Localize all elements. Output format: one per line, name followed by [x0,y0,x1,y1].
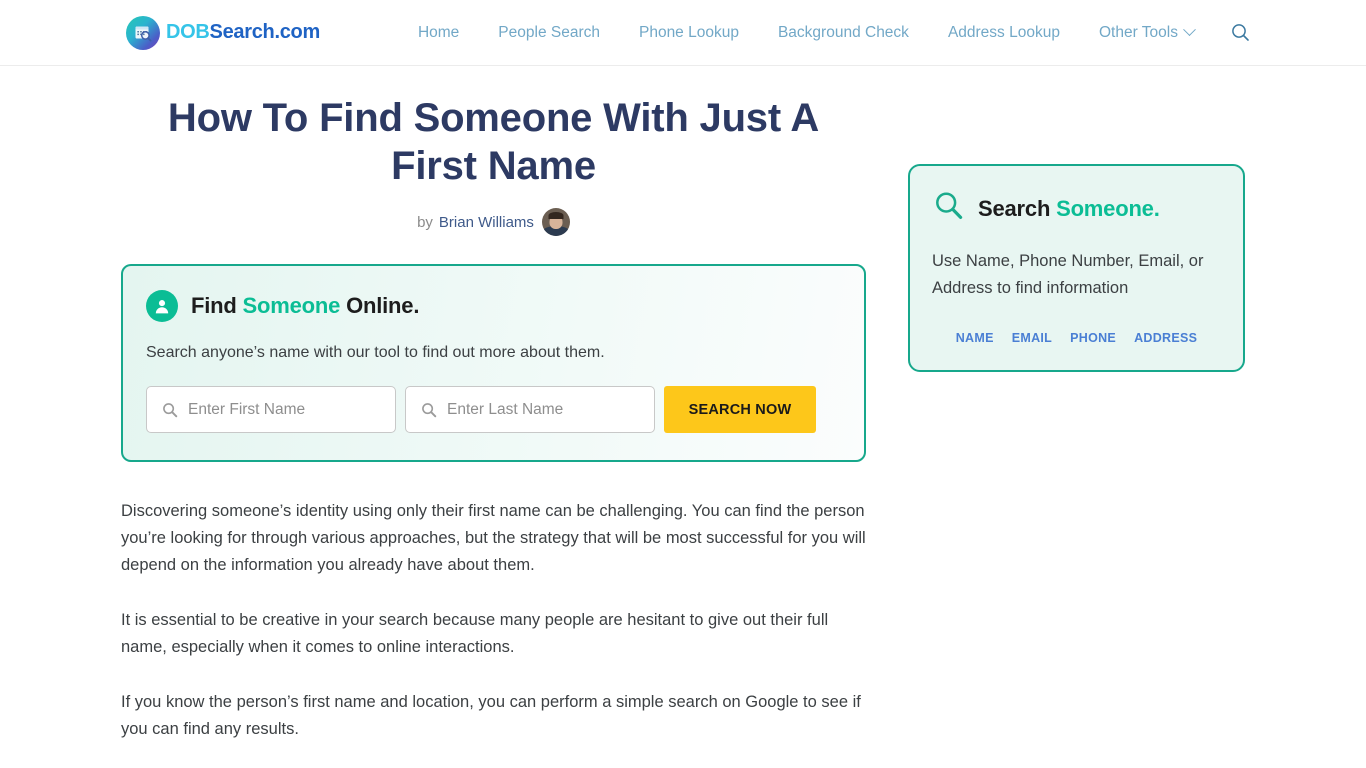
search-form: SEARCH NOW [146,386,841,433]
nav-label: Phone Lookup [638,23,739,41]
main-content: How To Find Someone With Just A First Na… [121,94,866,768]
widget-header: Search Someone. [932,189,1221,228]
first-name-field[interactable] [146,386,396,433]
avatar-hair [548,212,564,220]
panel-subtitle: Search anyone’s name with our tool to fi… [146,344,605,361]
panel-title: Find Someone Online. [191,293,419,319]
panel-title-part1: Find [191,293,243,318]
article-body: Discovering someone’s identity using onl… [121,498,866,743]
header-search-button[interactable] [1231,23,1250,42]
find-someone-panel: Find Someone Online. Search anyone’s nam… [121,264,866,462]
widget-tab-name[interactable]: NAME [956,331,994,345]
search-icon [422,402,437,417]
nav-item-other-tools[interactable]: Other Tools [1098,23,1196,42]
byline: by Brian Williams [121,208,866,236]
last-name-input[interactable] [447,387,632,432]
article-paragraph: It is essential to be creative in your s… [121,611,829,656]
byline-author[interactable]: Brian Williams [439,214,534,231]
panel-title-part3: Online. [340,293,420,318]
widget-tab-phone[interactable]: PHONE [1070,331,1116,345]
widget-title-accent: Someone. [1056,195,1160,221]
person-circle-icon [146,290,178,322]
nav-label: Address Lookup [947,23,1060,41]
avatar [541,208,570,236]
logo-text: DOBSearch.com [166,21,320,44]
last-name-field[interactable] [405,386,655,433]
nav-item-background-check[interactable]: Background Check [778,24,909,42]
nav-item-people-search[interactable]: People Search [498,24,600,42]
nav-label: Home [417,23,460,41]
byline-prefix: by [417,213,433,231]
main-navigation: Home People Search Phone Lookup Backgrou… [418,23,1196,42]
site-header: DOBSearch.com Home People Search Phone L… [0,0,1366,66]
nav-item-address-lookup[interactable]: Address Lookup [948,24,1060,42]
search-icon [163,402,178,417]
widget-description: Use Name, Phone Number, Email, or Addres… [932,252,1204,297]
widget-tab-address[interactable]: ADDRESS [1134,331,1197,345]
widget-tab-list: NAME EMAIL PHONE ADDRESS [932,331,1221,345]
logo-text-search: Search.com [209,21,321,43]
panel-header: Find Someone Online. [146,290,841,322]
article-paragraph: Discovering someone’s identity using onl… [121,502,866,574]
logo-text-dob: DOB [166,21,210,43]
nav-label: Background Check [777,23,909,41]
search-someone-widget: Search Someone. Use Name, Phone Number, … [908,164,1245,372]
magnifier-outline-icon [932,189,966,228]
search-icon [1232,24,1249,41]
panel-title-accent: Someone [242,293,341,318]
page-layout: How To Find Someone With Just A First Na… [0,66,1366,768]
page-title: How To Find Someone With Just A First Na… [167,96,820,188]
widget-tab-email[interactable]: EMAIL [1012,331,1052,345]
first-name-input[interactable] [188,387,373,432]
calendar-magnifier-icon [126,15,160,50]
widget-title: Search Someone. [978,196,1160,222]
search-now-button[interactable]: SEARCH NOW [664,386,816,433]
nav-item-phone-lookup[interactable]: Phone Lookup [639,24,739,42]
site-logo[interactable]: DOBSearch.com [126,15,320,50]
nav-item-home[interactable]: Home [418,24,459,42]
article-paragraph: If you know the person’s first name and … [121,693,861,738]
widget-title-part1: Search [978,195,1057,221]
chevron-down-icon [1183,23,1196,37]
nav-label: Other Tools [1098,23,1178,41]
sidebar: Search Someone. Use Name, Phone Number, … [908,94,1245,372]
nav-label: People Search [498,23,600,41]
